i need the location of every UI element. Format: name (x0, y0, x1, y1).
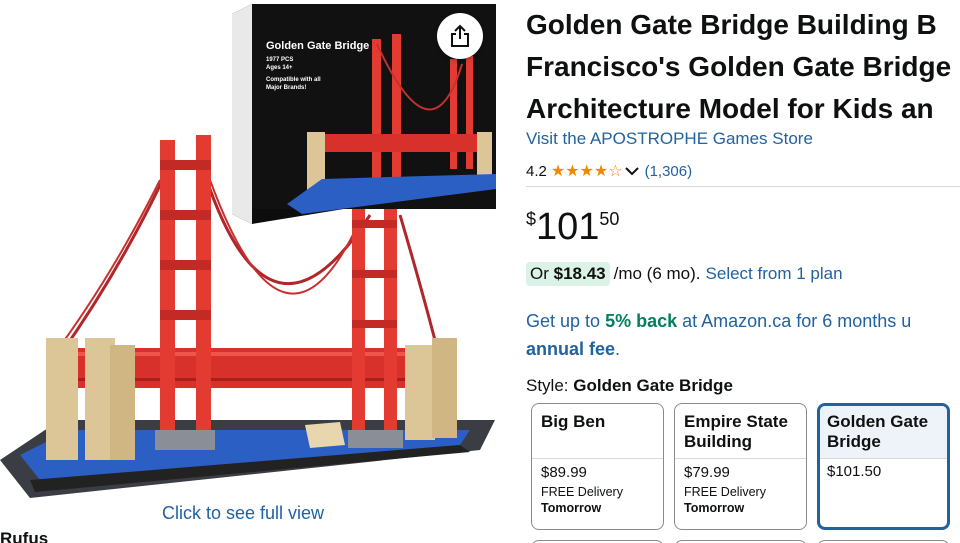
option-name: Big Ben (532, 404, 663, 459)
style-options: Big Ben $89.99 FREE Delivery Tomorrow Em… (531, 403, 960, 543)
style-label: Style: Golden Gate Bridge (526, 376, 733, 396)
share-button[interactable] (437, 13, 483, 59)
price-fraction: 50 (599, 209, 620, 229)
title-line: Francisco's Golden Gate Bridge (526, 51, 952, 82)
option-name: Golden Gate Bridge (820, 406, 947, 459)
title-line: Architecture Model for Kids an (526, 93, 934, 124)
cashback-offer-link[interactable]: Get up to 5% back at Amazon.ca for 6 mon… (526, 307, 960, 363)
monthly-amount: $18.43 (553, 264, 606, 283)
style-label-text: Style: (526, 376, 569, 395)
product-details: Golden Gate Bridge Building B Francisco'… (526, 0, 960, 543)
full-view-link[interactable]: Click to see full view (162, 503, 324, 524)
price: $ 101 50 (526, 205, 619, 249)
box-ages: Ages 14+ (266, 65, 293, 71)
delivery-text: FREE Delivery (541, 485, 623, 499)
cashback-text: Get up to (526, 311, 601, 331)
divider (526, 186, 960, 187)
price-whole: 101 (536, 206, 600, 248)
cashback-text: at Amazon.ca for 6 months u (682, 311, 912, 331)
option-price: $101.50 (827, 463, 882, 480)
rating-row: 4.2 ★★★★☆ (1,306) (526, 160, 692, 182)
rufus-label[interactable]: Rufus (0, 529, 48, 543)
star-rating-icon[interactable]: ★★★★☆ (551, 161, 623, 181)
cashback-bold-text: annual fee (526, 339, 616, 359)
style-option-big-ben[interactable]: Big Ben $89.99 FREE Delivery Tomorrow (531, 403, 664, 530)
option-delivery: FREE Delivery Tomorrow (532, 481, 663, 516)
cashback-end: . (615, 339, 621, 359)
option-price: $79.99 (684, 464, 730, 481)
title-line: Golden Gate Bridge Building B (526, 9, 937, 40)
price-symbol: $ (526, 209, 537, 229)
product-title: Golden Gate Bridge Building B Francisco'… (526, 4, 960, 130)
option-price: $89.99 (541, 464, 587, 481)
ratings-count-link[interactable]: (1,306) (645, 163, 693, 180)
style-option-golden-gate[interactable]: Golden Gate Bridge $101.50 (817, 403, 950, 530)
delivery-text: FREE Delivery (684, 485, 766, 499)
rating-value: 4.2 (526, 162, 547, 180)
store-link[interactable]: Visit the APOSTROPHE Games Store (526, 129, 813, 149)
style-option-empire-state[interactable]: Empire State Building $79.99 FREE Delive… (674, 403, 807, 530)
cashback-percent: 5% back (605, 311, 678, 331)
monthly-prefix: Or (530, 264, 549, 283)
share-icon (451, 24, 469, 47)
style-selected-value: Golden Gate Bridge (573, 376, 733, 395)
box-pieces: 1977 PCS (266, 57, 294, 63)
box-compat: Compatible with all Major Brands! (266, 77, 321, 91)
monthly-term: /mo (6 mo). (613, 264, 701, 283)
option-name: Empire State Building (675, 404, 806, 459)
monthly-payment: Or $18.43 /mo (6 mo). Select from 1 plan (526, 262, 843, 286)
product-image-gallery: Golden Gate Bridge 1977 PCS Ages 14+ Com… (0, 0, 510, 543)
chevron-down-icon[interactable] (624, 163, 639, 180)
monthly-amount-badge: Or $18.43 (526, 262, 610, 286)
delivery-date: Tomorrow (541, 501, 602, 515)
box-title: Golden Gate Bridge (266, 40, 370, 52)
box-text: Golden Gate Bridge 1977 PCS Ages 14+ Com… (266, 40, 376, 92)
select-plan-link[interactable]: Select from 1 plan (706, 264, 843, 284)
delivery-date: Tomorrow (684, 501, 745, 515)
option-delivery: FREE Delivery Tomorrow (675, 481, 806, 516)
